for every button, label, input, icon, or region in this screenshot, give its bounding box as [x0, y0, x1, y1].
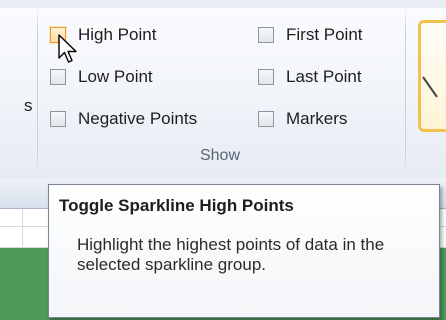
- group-separator: [405, 6, 406, 176]
- negative-points-checkbox[interactable]: [50, 111, 66, 127]
- clipped-group-text: s: [24, 96, 33, 115]
- markers-option[interactable]: Markers: [258, 106, 347, 132]
- first-point-label: First Point: [286, 25, 363, 44]
- chevron-down-icon[interactable]: ˇ: [398, 0, 402, 7]
- low-point-checkbox[interactable]: [50, 69, 66, 85]
- markers-checkbox[interactable]: [258, 111, 274, 127]
- mouse-pointer-icon: [58, 34, 77, 63]
- high-point-label: High Point: [78, 25, 157, 44]
- markers-label: Markers: [286, 109, 348, 128]
- excel-window: ˇ s High Point Low Point Negative Points…: [0, 0, 446, 320]
- ribbon-top-strip: [0, 0, 446, 8]
- last-point-label: Last Point: [286, 67, 362, 86]
- screentip-title: Toggle Sparkline High Points: [59, 196, 294, 215]
- ribbon: ˇ s High Point Low Point Negative Points…: [0, 0, 446, 179]
- screentip-description: Highlight the highest points of data in …: [77, 235, 385, 274]
- first-point-checkbox[interactable]: [258, 27, 274, 43]
- low-point-option[interactable]: Low Point: [50, 64, 153, 90]
- group-separator: [37, 6, 38, 176]
- screentip: Toggle Sparkline High Points Highlight t…: [48, 184, 440, 318]
- negative-points-option[interactable]: Negative Points: [50, 106, 197, 132]
- first-point-option[interactable]: First Point: [258, 22, 363, 48]
- low-point-label: Low Point: [78, 67, 153, 86]
- last-point-option[interactable]: Last Point: [258, 64, 362, 90]
- sparkline-style-tile[interactable]: [418, 20, 446, 132]
- sparkline-line-icon: [422, 76, 438, 98]
- show-group-label: Show: [199, 147, 241, 164]
- last-point-checkbox[interactable]: [258, 69, 274, 85]
- negative-points-label: Negative Points: [78, 109, 198, 128]
